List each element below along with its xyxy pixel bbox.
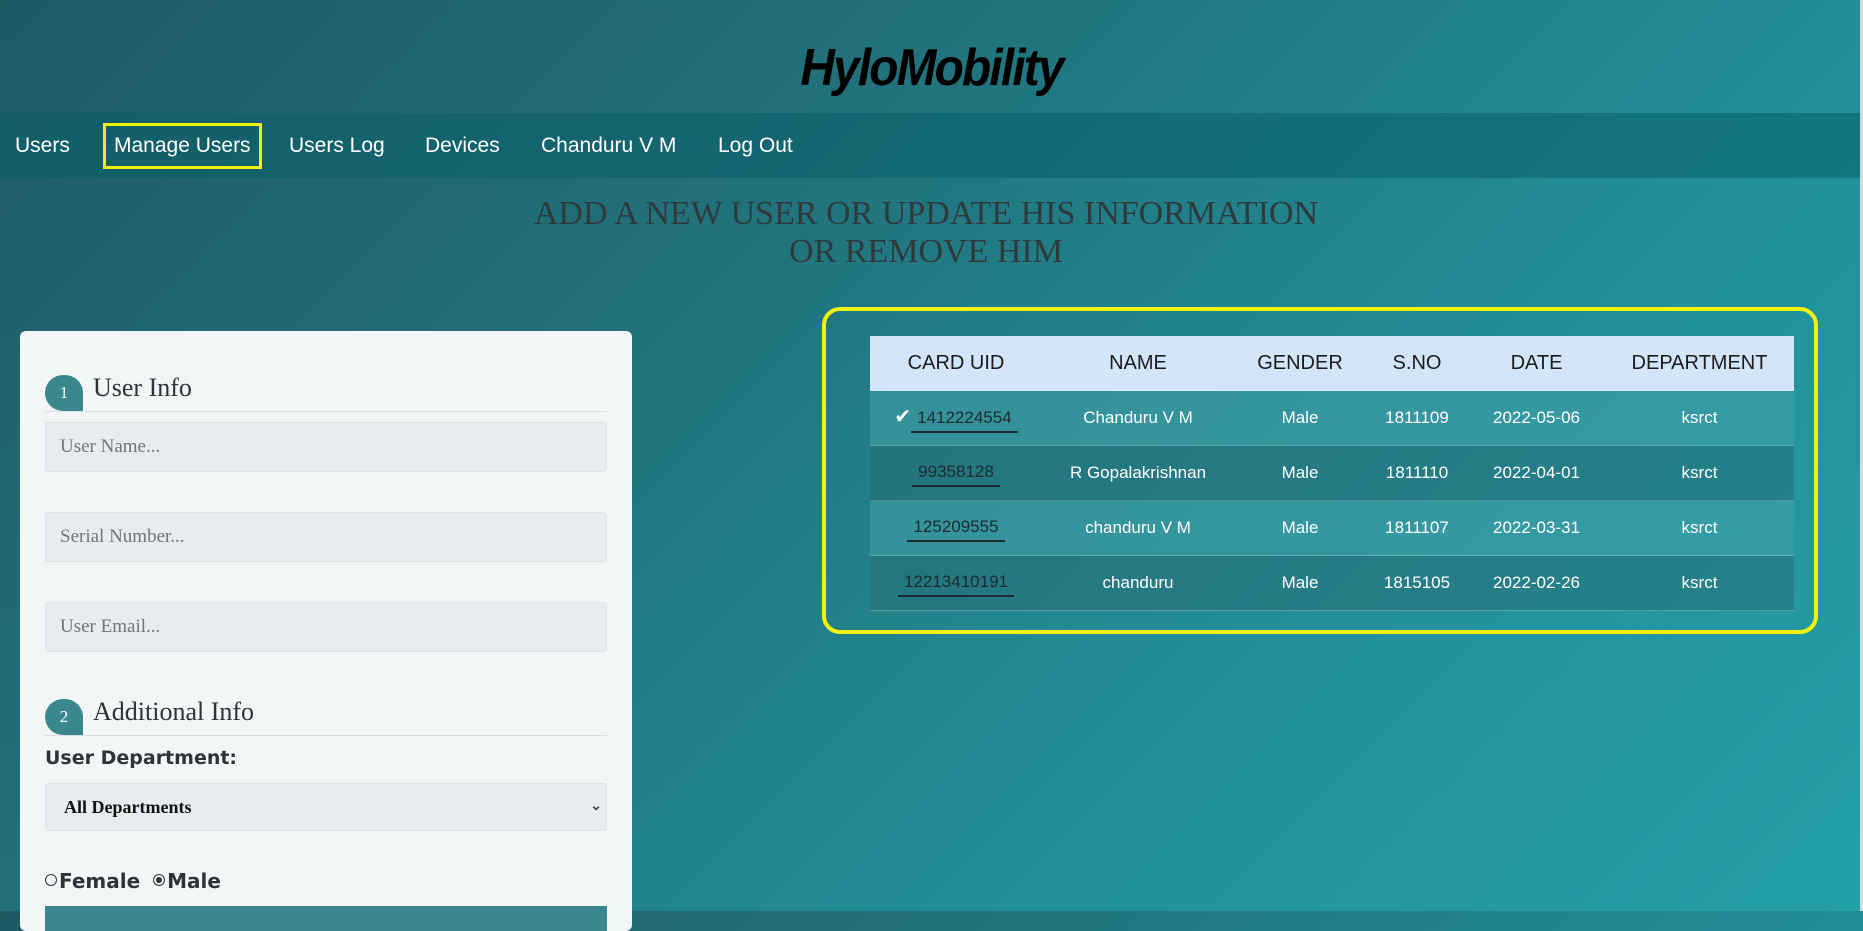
name-cell: R Gopalakrishnan: [1042, 445, 1234, 501]
col-gender: GENDER: [1234, 336, 1366, 391]
check-icon: ✔: [894, 405, 912, 428]
nav-log-out[interactable]: Log Out: [718, 113, 793, 178]
department-cell: ksrct: [1605, 445, 1794, 501]
table-row[interactable]: 99358128 R Gopalakrishnan Male 1811110 2…: [870, 445, 1794, 501]
user-info-title: User Info: [93, 373, 192, 402]
date-cell: 2022-05-06: [1468, 390, 1605, 446]
nav-users[interactable]: Users: [15, 113, 70, 178]
card-uid-button[interactable]: 99358128: [912, 460, 1000, 487]
gender-cell: Male: [1234, 390, 1366, 446]
col-department: DEPARTMENT: [1605, 336, 1794, 391]
page-title-line1: ADD A NEW USER OR UPDATE HIS INFORMATION: [533, 195, 1319, 232]
card-uid-cell: 99358128: [870, 445, 1042, 501]
nav-users-log[interactable]: Users Log: [289, 113, 385, 178]
table-header-row: CARD UID NAME GENDER S.NO DATE DEPARTMEN…: [870, 336, 1794, 391]
table-row[interactable]: 125209555 chanduru V M Male 1811107 2022…: [870, 500, 1794, 556]
sno-cell: 1811107: [1366, 500, 1468, 556]
gender-female-radio[interactable]: [45, 874, 57, 886]
user-info-section-header: 1 User Info: [45, 371, 607, 412]
date-cell: 2022-04-01: [1468, 445, 1605, 501]
table-row[interactable]: ✔ 1412224554 Chanduru V M Male 1811109 20…: [870, 390, 1794, 446]
gender-male-radio[interactable]: [153, 874, 166, 886]
step-badge-2: 2: [45, 699, 83, 735]
card-uid-button[interactable]: 125209555: [907, 515, 1005, 542]
card-uid-cell: 125209555: [870, 500, 1042, 556]
serial-number-input[interactable]: [45, 512, 607, 562]
col-date: DATE: [1468, 336, 1605, 391]
page-title: ADD A NEW USER OR UPDATE HIS INFORMATION…: [0, 195, 1852, 271]
sno-cell: 1811110: [1366, 445, 1468, 501]
gender-male-label[interactable]: Male: [167, 869, 221, 893]
user-email-input[interactable]: [45, 602, 607, 652]
additional-info-section-header: 2 Additional Info: [45, 695, 607, 736]
card-uid-cell: 12213410191: [870, 555, 1042, 611]
gender-cell: Male: [1234, 500, 1366, 556]
col-name: NAME: [1042, 336, 1234, 391]
gender-cell: Male: [1234, 555, 1366, 611]
page-title-line2: OR REMOVE HIM: [789, 233, 1063, 270]
department-cell: ksrct: [1605, 555, 1794, 611]
gender-female-label[interactable]: Female: [59, 869, 140, 893]
card-uid-button[interactable]: 1412224554: [911, 406, 1018, 433]
nav-devices[interactable]: Devices: [425, 113, 500, 178]
additional-info-title: Additional Info: [93, 697, 255, 726]
department-select[interactable]: All Departments ⌄: [45, 783, 607, 831]
department-cell: ksrct: [1605, 500, 1794, 556]
step-badge-1: 1: [45, 375, 83, 411]
department-select-value: All Departments: [64, 797, 192, 817]
name-cell: chanduru: [1042, 555, 1234, 611]
user-name-input[interactable]: [45, 422, 607, 472]
form-submit-button[interactable]: [45, 906, 607, 931]
department-cell: ksrct: [1605, 390, 1794, 446]
gender-radio-group: Female Male: [45, 869, 221, 893]
col-card-uid: CARD UID: [870, 336, 1042, 391]
date-cell: 2022-03-31: [1468, 500, 1605, 556]
main-navbar: Users Manage Users Users Log Devices Cha…: [0, 113, 1860, 178]
card-uid-cell: ✔ 1412224554: [870, 390, 1042, 446]
sno-cell: 1815105: [1366, 555, 1468, 611]
name-cell: chanduru V M: [1042, 500, 1234, 556]
name-cell: Chanduru V M: [1042, 390, 1234, 446]
nav-manage-users[interactable]: Manage Users: [103, 123, 262, 169]
card-uid-button[interactable]: 12213410191: [897, 570, 1014, 597]
col-sno: S.NO: [1366, 336, 1468, 391]
chevron-down-icon: ⌄: [590, 799, 602, 814]
sno-cell: 1811109: [1366, 390, 1468, 446]
users-table: CARD UID NAME GENDER S.NO DATE DEPARTMEN…: [870, 336, 1794, 611]
department-label: User Department:: [45, 747, 238, 769]
date-cell: 2022-02-26: [1468, 555, 1605, 611]
gender-cell: Male: [1234, 445, 1366, 501]
table-row[interactable]: 12213410191 chanduru Male 1815105 2022-0…: [870, 555, 1794, 611]
brand-logo: HyloMobility: [800, 39, 1064, 97]
nav-profile[interactable]: Chanduru V M: [541, 113, 676, 178]
user-form-panel: 1 User Info 2 Additional Info User Depar…: [20, 331, 632, 931]
